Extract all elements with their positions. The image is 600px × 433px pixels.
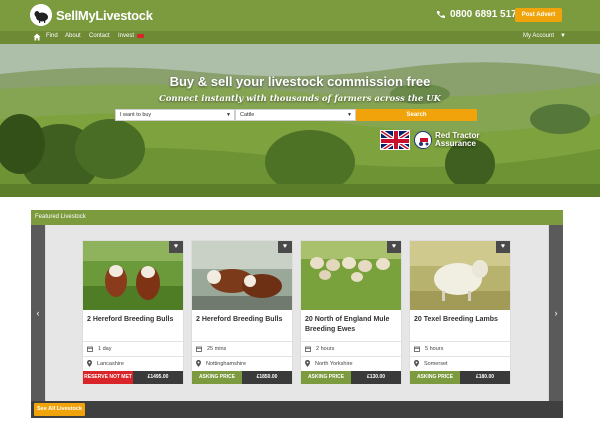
livestock-type-value: Cattle: [240, 112, 255, 118]
calendar-icon: [305, 346, 311, 352]
price-type-badge: RESERVE NOT MET: [83, 371, 133, 384]
hero-title: Buy & sell your livestock commission fre…: [169, 74, 431, 89]
calendar-icon: [87, 346, 93, 352]
listing-image-mule-ewes[interactable]: [301, 241, 401, 310]
chevron-down-icon: ▼: [560, 33, 566, 39]
nav-item-invest[interactable]: Invest: [118, 33, 134, 39]
livestock-type-select[interactable]: Cattle ▼: [235, 109, 356, 121]
featured-carousel: ‹ ♥ 2 Hereford Breeding Bulls 1 day Lanc…: [31, 225, 563, 401]
listing-location: Lancashire: [83, 356, 183, 370]
heart-icon[interactable]: ♥: [387, 241, 401, 253]
listing-price-bar: ASKING PRICE £130.00: [301, 371, 401, 384]
map-pin-icon: [414, 360, 419, 367]
listing-price: £180.00: [460, 371, 510, 384]
livestock-search-form: I want to buy ▼ Cattle ▼ Search: [115, 109, 477, 121]
brand-name: SellMyLivestock: [56, 7, 153, 23]
assurance-badges: Red Tractor Assurance: [380, 130, 479, 150]
nav-item-about[interactable]: About: [65, 33, 81, 39]
red-tractor-label: Red Tractor Assurance: [435, 131, 480, 148]
my-account-menu[interactable]: My Account ▼: [523, 33, 566, 39]
new-badge: [137, 34, 144, 38]
listing-price: £130.00: [351, 371, 401, 384]
intent-select-value: I want to buy: [120, 112, 152, 118]
heart-icon[interactable]: ♥: [496, 241, 510, 253]
phone-icon: [437, 11, 445, 18]
chevron-right-icon[interactable]: ›: [549, 225, 563, 401]
hero-subtitle: Connect instantly with thousands of farm…: [158, 94, 442, 104]
listing-image-texel-lambs[interactable]: [410, 241, 510, 310]
red-tractor-icon: [414, 131, 432, 149]
featured-heading: Featured Livestock: [31, 210, 563, 225]
intent-select[interactable]: I want to buy ▼: [115, 109, 235, 121]
listing-location-text: Nottinghamshire: [206, 360, 247, 367]
featured-livestock-section: Featured Livestock ‹ ♥ 2 Hereford Breedi…: [31, 210, 563, 418]
hero-banner: Buy & sell your livestock commission fre…: [0, 44, 600, 197]
search-button[interactable]: Search: [356, 109, 477, 121]
listing-time-text: 2 hours: [316, 345, 335, 352]
post-advert-button[interactable]: Post Advert: [515, 8, 562, 22]
listing-time: 25 mins: [192, 341, 292, 355]
listing-location: Somerset: [410, 356, 510, 370]
map-pin-icon: [87, 360, 92, 367]
listing-card[interactable]: ♥ 2 Hereford Breeding Bulls 1 day Lancas…: [82, 240, 184, 384]
listing-time-text: 1 day: [98, 345, 112, 352]
calendar-icon: [414, 346, 420, 352]
map-pin-icon: [196, 360, 201, 367]
listing-location: North Yorkshire: [301, 356, 401, 370]
listing-price-bar: ASKING PRICE £1850.00: [192, 371, 292, 384]
listing-price-bar: ASKING PRICE £180.00: [410, 371, 510, 384]
listing-price: £1495.00: [133, 371, 183, 384]
phone-contact[interactable]: 0800 6891 517: [436, 9, 517, 20]
chevron-down-icon: ▼: [226, 112, 231, 118]
listing-time: 1 day: [83, 341, 183, 355]
price-type-badge: ASKING PRICE: [192, 371, 242, 384]
listing-location: Nottinghamshire: [192, 356, 292, 370]
calendar-icon: [196, 346, 202, 352]
heart-icon[interactable]: ♥: [169, 241, 183, 253]
sheep-logo-icon: [30, 4, 52, 26]
listing-card[interactable]: ♥ 20 Texel Breeding Lambs 5 hours Somers…: [409, 240, 511, 384]
phone-number: 0800 6891 517: [450, 9, 517, 20]
listing-location-text: Lancashire: [97, 360, 124, 367]
listing-image-hereford-bulls[interactable]: [83, 241, 183, 310]
price-type-badge: ASKING PRICE: [410, 371, 460, 384]
union-jack-icon: [380, 130, 410, 150]
my-account-label: My Account: [523, 33, 555, 39]
listing-time: 2 hours: [301, 341, 401, 355]
listing-title[interactable]: 20 Texel Breeding Lambs: [414, 315, 508, 325]
listing-time-text: 25 mins: [207, 345, 227, 352]
map-pin-icon: [305, 360, 310, 367]
carousel-track: ♥ 2 Hereford Breeding Bulls 1 day Lancas…: [46, 225, 548, 401]
listing-time-text: 5 hours: [425, 345, 444, 352]
featured-footer: See All Livestock: [31, 401, 563, 418]
listing-title[interactable]: 2 Hereford Breeding Bulls: [196, 315, 290, 325]
listing-image-hereford-bulls[interactable]: [192, 241, 292, 310]
red-tractor-badge: Red Tractor Assurance: [414, 131, 479, 149]
listing-title[interactable]: 20 North of England Mule Breeding Ewes: [305, 315, 399, 335]
site-header: SellMyLivestock 0800 6891 517 Post Adver…: [0, 0, 600, 31]
see-all-livestock-button[interactable]: See All Livestock: [34, 403, 86, 416]
heart-icon[interactable]: ♥: [278, 241, 292, 253]
home-icon[interactable]: [33, 33, 41, 41]
listing-location-text: Somerset: [424, 360, 448, 367]
listing-title[interactable]: 2 Hereford Breeding Bulls: [87, 315, 181, 325]
nav-item-find[interactable]: Find: [46, 33, 58, 39]
chevron-left-icon[interactable]: ‹: [31, 225, 45, 401]
listing-location-text: North Yorkshire: [315, 360, 353, 367]
nav-item-contact[interactable]: Contact: [89, 33, 110, 39]
price-type-badge: ASKING PRICE: [301, 371, 351, 384]
chevron-down-icon: ▼: [347, 112, 352, 118]
listing-time: 5 hours: [410, 341, 510, 355]
listing-card[interactable]: ♥ 20 North of England Mule Breeding Ewes…: [300, 240, 402, 384]
listing-price: £1850.00: [242, 371, 292, 384]
listing-price-bar: RESERVE NOT MET £1495.00: [83, 371, 183, 384]
site-logo[interactable]: SellMyLivestock: [30, 4, 153, 26]
listing-card[interactable]: ♥ 2 Hereford Breeding Bulls 25 mins Nott…: [191, 240, 293, 384]
main-nav: Find About Contact Invest My Account ▼: [0, 31, 600, 44]
